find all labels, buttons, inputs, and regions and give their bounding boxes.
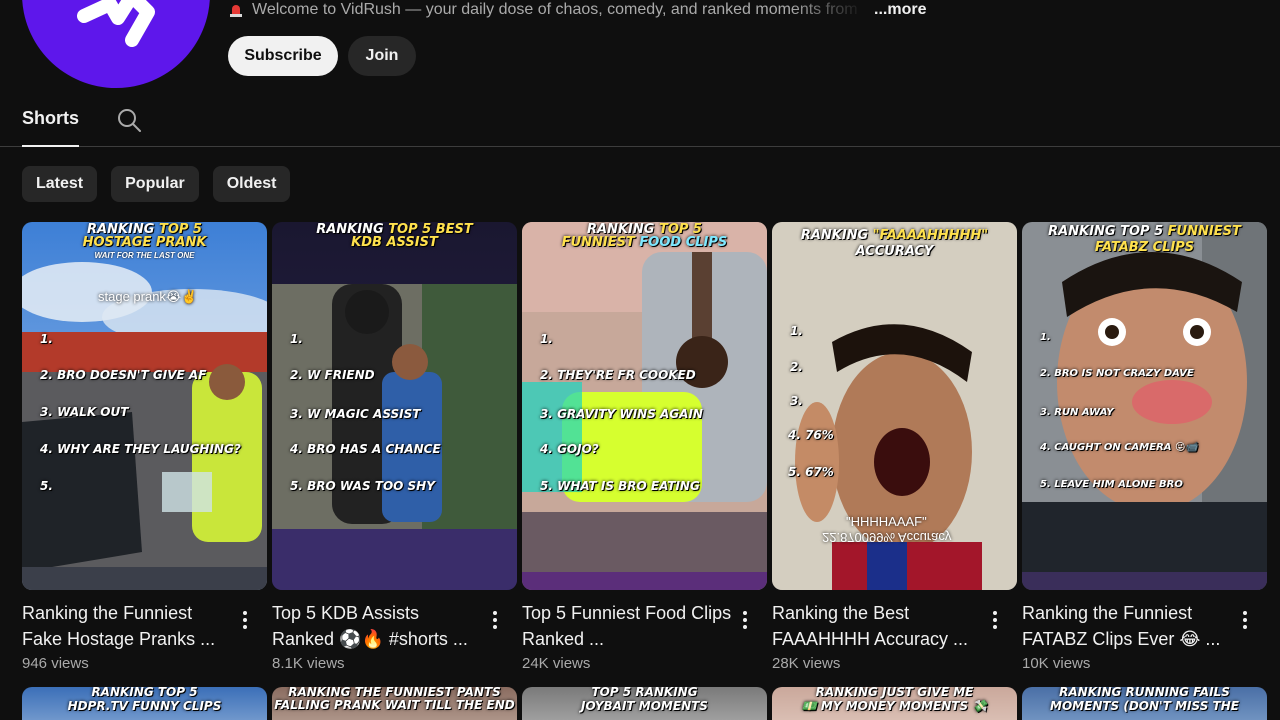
tab-shorts[interactable]: Shorts bbox=[22, 108, 80, 147]
short-thumbnail[interactable]: RANKING TOP 5 FUNNIEST FOOD CLIPS 1. 2. … bbox=[522, 222, 767, 590]
rank-4: 4. 76% bbox=[788, 428, 834, 442]
thumbnail-scene bbox=[272, 222, 517, 590]
short-thumbnail[interactable]: RANKING THE FUNNIEST PANTS FALLING PRANK… bbox=[272, 687, 517, 720]
thumb-title-line2: ACCURACY bbox=[855, 244, 934, 259]
rank-3: 3. WALK OUT bbox=[40, 405, 129, 419]
rank-1: 1. bbox=[290, 332, 303, 346]
rank-2: 2. bbox=[790, 360, 803, 374]
short-meta: Top 5 KDB Assists Ranked ⚽️🔥 #shorts ...… bbox=[272, 600, 517, 672]
rank-2: 2. THEY'RE FR COOKED bbox=[540, 368, 696, 382]
short-thumbnail[interactable]: TOP 5 RANKING JOYBAIT MOMENTS bbox=[522, 687, 767, 720]
thumb-title-line2: HDPR.TV FUNNY CLIPS bbox=[67, 699, 222, 713]
thumbnail-scene bbox=[522, 222, 767, 590]
short-thumbnail[interactable]: RANKING TOP 5 FUNNIEST FATABZ CLIPS 1. 2… bbox=[1022, 222, 1267, 590]
thumb-title-line2: HOSTAGE PRANK bbox=[82, 235, 207, 250]
chip-latest[interactable]: Latest bbox=[22, 166, 98, 202]
view-count: 8.1K views bbox=[272, 655, 345, 672]
rank-5: 5. BRO WAS TOO SHY bbox=[290, 479, 435, 493]
rank-3: 3. RUN AWAY bbox=[1040, 407, 1114, 418]
search-icon[interactable] bbox=[116, 107, 142, 133]
thumb-title-line2: JOYBAIT MOMENTS bbox=[581, 699, 708, 713]
sort-chips: Latest Popular Oldest bbox=[22, 166, 291, 202]
rank-3: 3. bbox=[790, 394, 803, 408]
view-count: 10K views bbox=[1022, 655, 1091, 672]
video-title[interactable]: Top 5 KDB Assists Ranked ⚽️🔥 #shorts ... bbox=[272, 600, 484, 652]
channel-tabs: Shorts bbox=[0, 98, 1280, 147]
rank-2: 2. W FRIEND bbox=[290, 368, 375, 382]
video-title[interactable]: Ranking the Funniest FATABZ Clips Ever 😂… bbox=[1022, 600, 1234, 652]
thumb-title-line1: RANKING RUNNING FAILS bbox=[1059, 687, 1230, 699]
view-count: 24K views bbox=[522, 655, 591, 672]
more-options-icon[interactable] bbox=[735, 608, 755, 632]
video-title[interactable]: Ranking the Best FAAAHHHH Accuracy ... bbox=[772, 600, 984, 652]
thumb-title-line2: FUNNIEST FOOD CLIPS bbox=[561, 235, 728, 250]
rank-4: 4. CAUGHT ON CAMERA 😜📹 bbox=[1040, 442, 1198, 453]
view-count: 28K views bbox=[772, 655, 841, 672]
rank-1: 1. bbox=[790, 324, 803, 338]
thumb-title-line1: RANKING TOP 5 FUNNIEST bbox=[1048, 224, 1241, 239]
chip-popular[interactable]: Popular bbox=[111, 166, 199, 202]
short-thumbnail[interactable]: RANKING JUST GIVE ME 💵 MY MONEY MOMENTS … bbox=[772, 687, 1017, 720]
rank-4: 4. WHY ARE THEY LAUGHING? bbox=[40, 442, 241, 456]
rank-4: 4. GOJO? bbox=[540, 442, 599, 456]
thumb-title-line3: WAIT FOR THE LAST ONE bbox=[94, 251, 195, 260]
rank-5: 5. LEAVE HIM ALONE BRO bbox=[1040, 479, 1183, 490]
thumb-title-line2: 💵 MY MONEY MOMENTS 💸 bbox=[801, 699, 988, 713]
thumb-title-line2: FALLING PRANK WAIT TILL THE END bbox=[274, 698, 515, 712]
chip-oldest[interactable]: Oldest bbox=[212, 166, 291, 202]
more-options-icon[interactable] bbox=[985, 608, 1005, 632]
channel-avatar[interactable] bbox=[22, 0, 210, 88]
siren-icon bbox=[230, 5, 242, 17]
rank-1: 1. bbox=[540, 332, 553, 346]
thumb-title-line2: MOMENTS (DON'T MISS THE bbox=[1050, 699, 1239, 713]
short-meta: Ranking the Funniest FATABZ Clips Ever 😂… bbox=[1022, 600, 1267, 672]
more-options-icon[interactable] bbox=[1235, 608, 1255, 632]
subscribe-button[interactable]: Subscribe bbox=[228, 36, 338, 76]
short-meta: Ranking the Funniest Fake Hostage Pranks… bbox=[22, 600, 267, 672]
short-thumbnail[interactable]: RANKING RUNNING FAILS MOMENTS (DON'T MIS… bbox=[1022, 687, 1267, 720]
thumb-title-line1: RANKING "FAAAAHHHHH" bbox=[800, 228, 989, 243]
running-figure-logo bbox=[77, 0, 155, 47]
rank-2: 2. BRO IS NOT CRAZY DAVE bbox=[1040, 368, 1194, 379]
rank-5: 5. bbox=[40, 479, 53, 493]
description-text: Welcome to VidRush — your daily dose of … bbox=[252, 1, 858, 18]
rank-2: 2. BRO DOESN'T GIVE AF bbox=[40, 368, 207, 382]
more-options-icon[interactable] bbox=[485, 608, 505, 632]
thumb-title-line2: FATABZ CLIPS bbox=[1094, 240, 1195, 255]
rank-3: 3. GRAVITY WINS AGAIN bbox=[540, 407, 703, 421]
thumb-title-line1: RANKING TOP 5 bbox=[91, 687, 198, 699]
rank-5: 5. WHAT IS BRO EATING bbox=[540, 479, 700, 493]
thumb-title-line2: KDB ASSIST bbox=[351, 235, 438, 250]
thumbnail-scene bbox=[1022, 222, 1267, 590]
rank-5: 5. 67% bbox=[788, 465, 834, 479]
rank-1: 1. bbox=[1040, 332, 1051, 343]
video-title[interactable]: Top 5 Funniest Food Clips Ranked ... bbox=[522, 600, 734, 652]
more-options-icon[interactable] bbox=[235, 608, 255, 632]
rank-4: 4. BRO HAS A CHANCE bbox=[290, 442, 441, 456]
short-meta: Top 5 Funniest Food Clips Ranked ... 24K… bbox=[522, 600, 767, 672]
join-button[interactable]: Join bbox=[348, 36, 416, 76]
thumb-title-line1: TOP 5 RANKING bbox=[591, 687, 698, 699]
caption-mirrored: 22.870099% Accuracy bbox=[822, 530, 952, 545]
thumb-title-line1: RANKING JUST GIVE ME bbox=[815, 687, 974, 699]
view-count: 946 views bbox=[22, 655, 89, 672]
more-link[interactable]: ...more bbox=[874, 1, 926, 19]
short-thumbnail[interactable]: RANKING TOP 5 HOSTAGE PRANK WAIT FOR THE… bbox=[22, 222, 267, 590]
video-title[interactable]: Ranking the Funniest Fake Hostage Pranks… bbox=[22, 600, 234, 652]
short-thumbnail[interactable]: RANKING "FAAAAHHHHH" ACCURACY 1. 2. 3. 4… bbox=[772, 222, 1017, 590]
channel-description[interactable]: Welcome to VidRush — your daily dose of … bbox=[228, 0, 938, 20]
short-meta: Ranking the Best FAAAHHHH Accuracy ... 2… bbox=[772, 600, 1017, 672]
rank-1: 1. bbox=[40, 332, 53, 346]
shorts-grid-row-2: RANKING TOP 5 HDPR.TV FUNNY CLIPS RANKIN… bbox=[22, 687, 1268, 720]
short-thumbnail[interactable]: RANKING TOP 5 BEST KDB ASSIST 1. 2. W FR… bbox=[272, 222, 517, 590]
thumb-overlay-text: stage prank😭✌️ bbox=[98, 289, 198, 304]
short-thumbnail[interactable]: RANKING TOP 5 HDPR.TV FUNNY CLIPS bbox=[22, 687, 267, 720]
caption-top: "HHHHAAAF" bbox=[846, 514, 927, 529]
rank-3: 3. W MAGIC ASSIST bbox=[290, 407, 421, 421]
